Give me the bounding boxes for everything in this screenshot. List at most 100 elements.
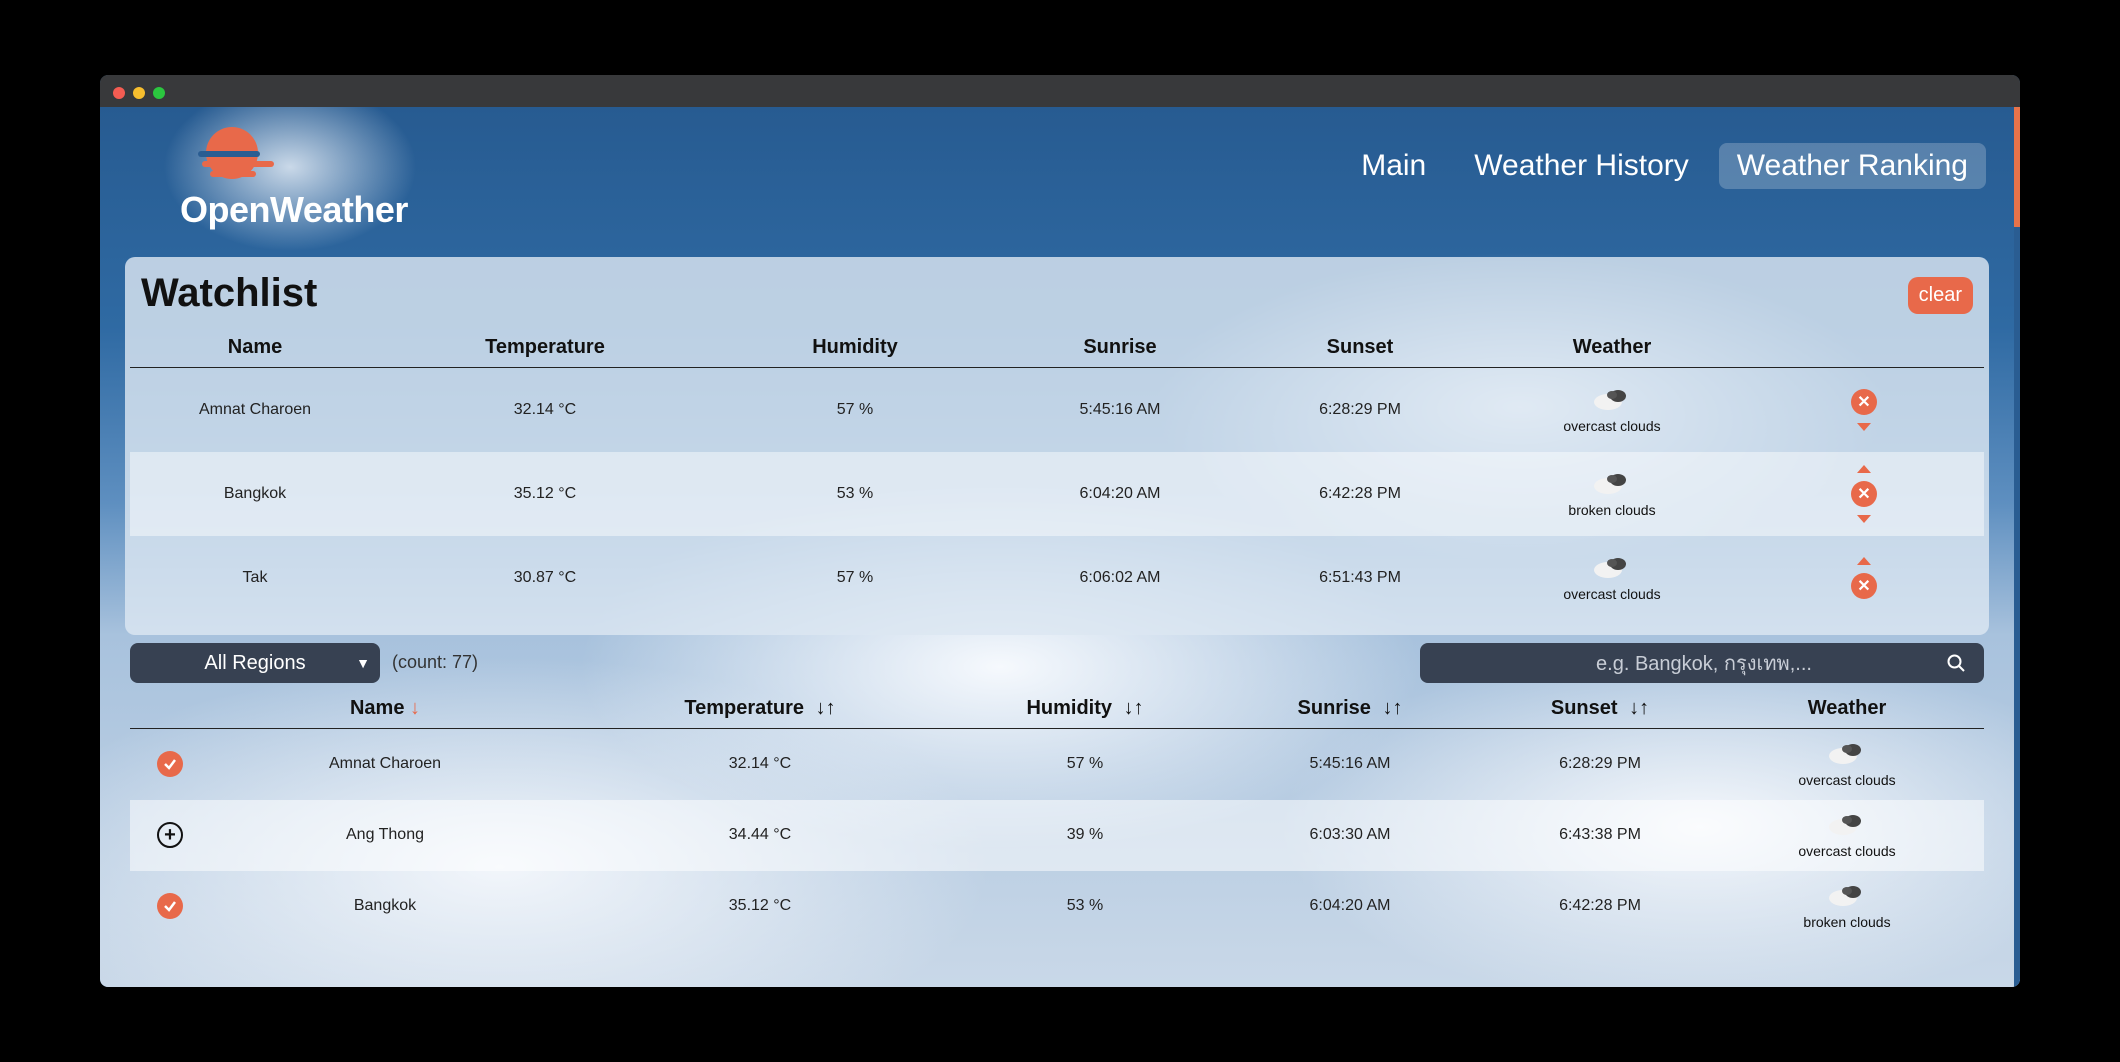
search-input[interactable]: [1420, 643, 1988, 685]
move-up-icon[interactable]: [1857, 464, 1871, 473]
weather-description: overcast clouds: [1563, 417, 1661, 434]
row-actions: ✕: [1744, 452, 1984, 536]
watchlist-table: Name Temperature Humidity Sunrise Sunset…: [130, 327, 1984, 620]
cloud-icon: [1829, 815, 1861, 835]
remove-from-watchlist-button[interactable]: ✕: [1851, 480, 1877, 507]
sort-by-temperature[interactable]: Temperature ↓↑: [560, 688, 960, 729]
remove-from-watchlist-button[interactable]: ✕: [1851, 572, 1877, 599]
nav-main[interactable]: Main: [1343, 143, 1444, 189]
watchlist-row: Bangkok 35.12 °C 53 % 6:04:20 AM 6:42:28…: [130, 451, 1984, 536]
cell-weather: overcast clouds: [1710, 729, 1984, 800]
cell-name: Amnat Charoen: [328, 755, 442, 773]
cell-sunset: 6:42:28 PM: [1559, 897, 1641, 914]
cell-humidity: 57 %: [836, 400, 874, 418]
result-count: (count: 77): [392, 652, 479, 672]
watchlist-row: Amnat Charoen 32.14 °C 57 % 5:45:16 AM 6…: [130, 368, 1984, 452]
clear-watchlist-button[interactable]: clear: [1907, 277, 1973, 314]
sort-by-humidity[interactable]: Humidity ↓↑: [960, 688, 1210, 729]
col-header-name: Name: [130, 327, 380, 368]
move-down-icon[interactable]: [1857, 422, 1871, 431]
sun-logo-icon: [198, 127, 274, 179]
col-header-sunrise: Sunrise: [1297, 696, 1371, 719]
cell-name: Ang Thong: [346, 826, 424, 843]
move-down-icon[interactable]: [1857, 514, 1871, 523]
cell-weather: overcast clouds: [1480, 536, 1744, 620]
watchlist-title: Watchlist: [141, 271, 318, 315]
scrollbar-track[interactable]: [2014, 227, 2020, 987]
cell-name: Tak: [242, 568, 268, 586]
cloud-icon: [1829, 886, 1861, 906]
sort-by-sunrise[interactable]: Sunrise ↓↑: [1210, 688, 1490, 729]
cell-humidity: 57 %: [1066, 755, 1104, 773]
cell-sunset: 6:51:43 PM: [1319, 568, 1401, 586]
col-header-sunset: Sunset: [1240, 327, 1480, 368]
cell-temperature: 30.87 °C: [513, 568, 577, 586]
cell-humidity: 57 %: [836, 568, 874, 586]
openweather-logo[interactable]: OpenWeather: [180, 125, 408, 230]
cell-weather: overcast clouds: [1710, 800, 1984, 871]
page-viewport: OpenWeather Main Weather History Weather…: [100, 107, 2020, 987]
weather-description: broken clouds: [1803, 914, 1891, 930]
col-header-weather: Weather: [1480, 327, 1744, 368]
cell-humidity: 53 %: [836, 484, 874, 502]
close-window-button[interactable]: [113, 87, 125, 99]
cell-weather: broken clouds: [1480, 452, 1744, 536]
region-select[interactable]: All Regions ▼: [130, 643, 380, 683]
cell-temperature: 35.12 °C: [513, 484, 577, 502]
weather-description: overcast clouds: [1798, 843, 1896, 859]
cell-sunrise: 6:04:20 AM: [1079, 484, 1161, 502]
cell-sunset: 6:28:29 PM: [1559, 755, 1641, 773]
region-selected-value: All Regions: [204, 651, 306, 674]
cell-name: Amnat Charoen: [198, 400, 312, 418]
cell-sunrise: 6:06:02 AM: [1079, 568, 1161, 586]
nav-weather-ranking[interactable]: Weather Ranking: [1718, 143, 1986, 189]
col-header-sunset: Sunset: [1550, 696, 1618, 719]
watchlist-card: Watchlist clear Name Temperature Humidit…: [125, 257, 1989, 635]
sort-icon: ↓↑: [1382, 696, 1403, 719]
col-header-temperature: Temperature: [380, 327, 710, 368]
in-watchlist-check-icon[interactable]: [157, 751, 183, 778]
cell-sunrise: 5:45:16 AM: [1079, 400, 1161, 418]
add-to-watchlist-icon[interactable]: +: [157, 822, 183, 848]
scrollbar-thumb[interactable]: [2014, 107, 2020, 227]
cell-sunset: 6:42:28 PM: [1319, 484, 1401, 502]
col-header-name: Name: [349, 696, 405, 719]
cloud-icon: [1594, 389, 1626, 410]
cell-sunrise: 5:45:16 AM: [1309, 755, 1391, 773]
cell-sunset: 6:43:38 PM: [1559, 826, 1641, 843]
cloud-icon: [1829, 744, 1861, 765]
sort-desc-icon: ↓: [410, 696, 421, 719]
cloud-icon: [1594, 473, 1626, 494]
browser-window: OpenWeather Main Weather History Weather…: [100, 75, 2020, 987]
main-nav: Main Weather History Weather Ranking: [1343, 143, 1986, 189]
in-watchlist-check-icon[interactable]: [157, 893, 183, 919]
col-header-select: [130, 688, 210, 729]
weather-description: broken clouds: [1568, 501, 1656, 518]
nav-weather-history[interactable]: Weather History: [1456, 143, 1707, 189]
sort-by-sunset[interactable]: Sunset ↓↑: [1490, 688, 1710, 729]
cell-weather: overcast clouds: [1480, 368, 1744, 452]
search-icon[interactable]: [1946, 653, 1966, 673]
cell-sunrise: 6:04:20 AM: [1309, 897, 1391, 914]
cell-sunset: 6:28:29 PM: [1319, 400, 1401, 418]
remove-from-watchlist-button[interactable]: ✕: [1851, 388, 1877, 415]
minimize-window-button[interactable]: [133, 87, 145, 99]
ranking-row: Bangkok 35.12 °C 53 % 6:04:20 AM 6:42:28…: [130, 871, 1984, 942]
watchlist-row: Tak 30.87 °C 57 % 6:06:02 AM 6:51:43 PM …: [130, 536, 1984, 620]
sort-by-name[interactable]: Name ↓: [210, 688, 560, 729]
maximize-window-button[interactable]: [153, 87, 165, 99]
cell-temperature: 34.44 °C: [728, 826, 792, 843]
chevron-down-icon: ▼: [356, 655, 370, 671]
col-header-humidity: Humidity: [710, 327, 1000, 368]
cell-sunrise: 6:03:30 AM: [1309, 826, 1391, 843]
ranking-row: + Ang Thong 34.44 °C 39 % 6:03:30 AM 6:4…: [130, 799, 1984, 871]
col-header-sunrise: Sunrise: [1000, 327, 1240, 368]
watch-toggle-cell: [130, 871, 210, 942]
cell-name: Bangkok: [353, 897, 417, 914]
window-titlebar: [100, 75, 2020, 107]
cell-temperature: 35.12 °C: [728, 897, 792, 914]
search-box[interactable]: [1420, 643, 1988, 685]
watch-toggle-cell: +: [130, 800, 210, 871]
brand-name: OpenWeather: [180, 189, 408, 230]
move-up-icon[interactable]: [1857, 556, 1871, 565]
